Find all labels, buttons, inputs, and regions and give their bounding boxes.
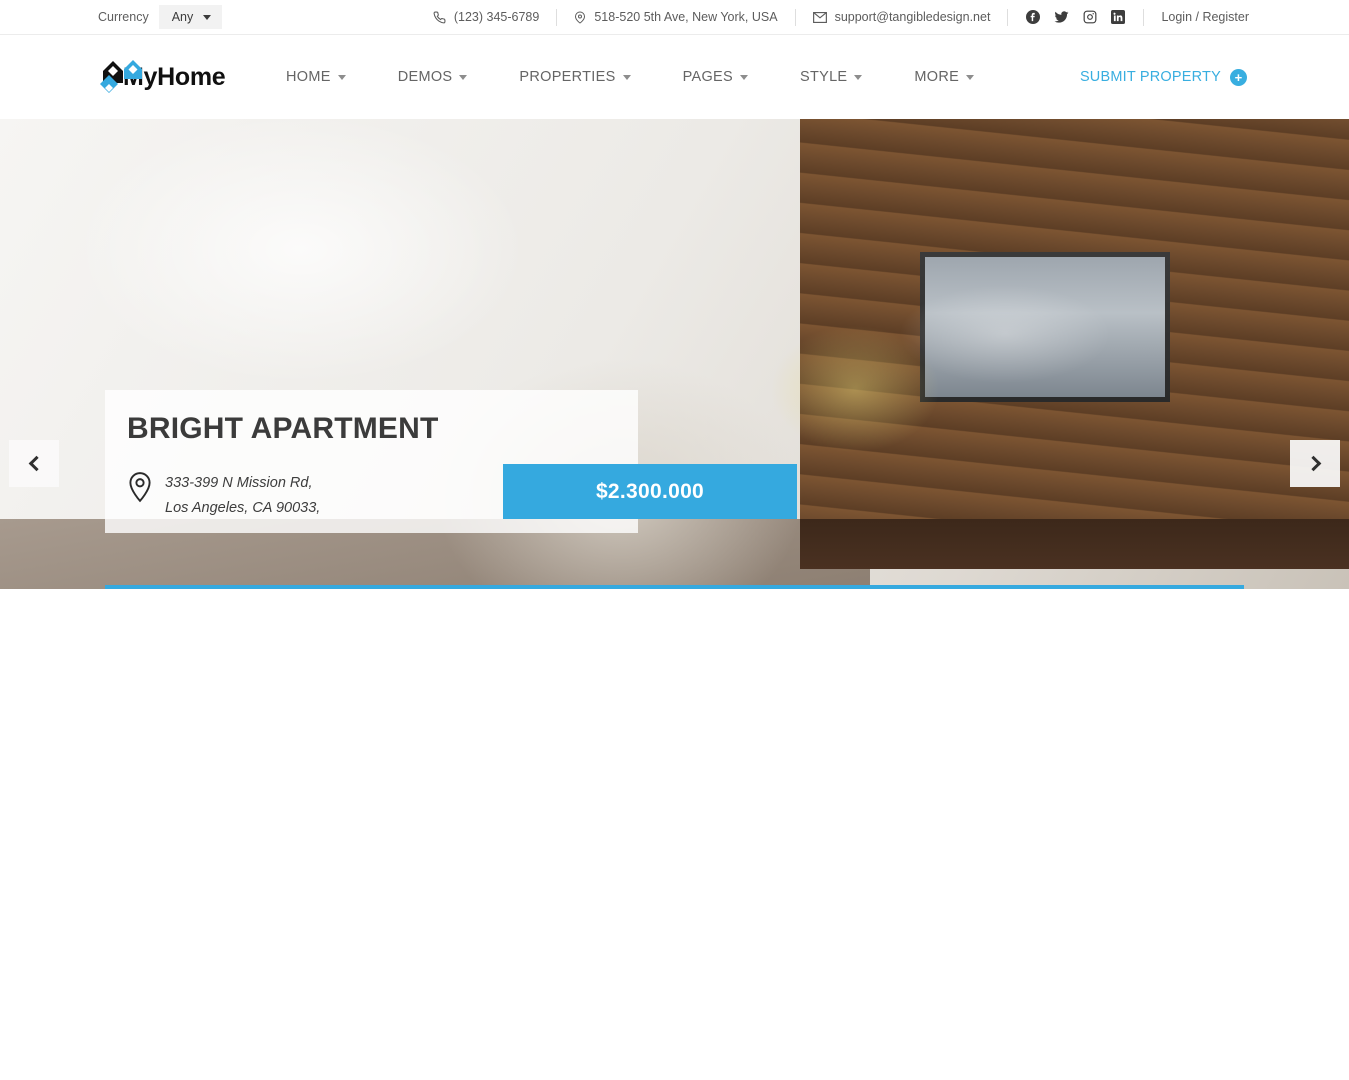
hero-property-price: $2.300.000: [503, 464, 797, 519]
currency-selected-value: Any: [171, 10, 194, 24]
nav-item-properties[interactable]: PROPERTIES: [493, 69, 656, 85]
site-header: MyHome HOME DEMOS PROPERTIES PAGES STYLE…: [0, 35, 1349, 119]
address-text: 518-520 5th Ave, New York, USA: [594, 10, 778, 24]
instagram-icon[interactable]: [1083, 10, 1097, 24]
chevron-down-icon: [966, 74, 975, 80]
nav-label: PROPERTIES: [519, 69, 616, 85]
top-bar-right: (123) 345-6789 518-520 5th Ave, New York…: [416, 0, 1249, 34]
chevron-down-icon: [459, 74, 468, 80]
search-panel-accent-line: [105, 585, 1244, 589]
hero-property-title: BRIGHT APARTMENT: [127, 412, 439, 445]
nav-label: DEMOS: [397, 69, 453, 85]
hero-prev-button[interactable]: [9, 440, 59, 487]
facebook-icon[interactable]: [1026, 10, 1041, 24]
chevron-left-icon: [28, 455, 44, 472]
submit-property-button[interactable]: SUBMIT PROPERTY +: [1079, 68, 1247, 86]
email-text: support@tangibledesign.net: [834, 10, 991, 24]
login-register-link[interactable]: Login / Register: [1144, 9, 1249, 26]
hero-property-address: 333-399 N Mission Rd, Los Angeles, CA 90…: [165, 471, 320, 521]
search-panel-wrapper: PROPERTY TYPE Property Type OFFER TYPE O…: [105, 585, 1244, 589]
twitter-icon[interactable]: [1054, 10, 1069, 24]
chevron-right-icon: [1305, 455, 1321, 472]
login-register-label: Login / Register: [1161, 10, 1249, 24]
hero-next-button[interactable]: [1290, 440, 1340, 487]
chevron-down-icon: [739, 74, 748, 80]
phone-contact[interactable]: (123) 345-6789: [416, 8, 558, 26]
linkedin-icon[interactable]: [1111, 10, 1126, 24]
myhome-logo-icon: [100, 57, 146, 97]
nav-label: STYLE: [799, 69, 848, 85]
hero-address-line-1: 333-399 N Mission Rd,: [165, 475, 313, 491]
office-address[interactable]: 518-520 5th Ave, New York, USA: [557, 8, 796, 26]
nav-item-home[interactable]: HOME: [260, 69, 372, 85]
nav-label: MORE: [914, 69, 960, 85]
currency-selector[interactable]: Any: [158, 5, 223, 29]
chevron-down-icon: [622, 74, 631, 80]
envelope-icon: [812, 11, 827, 23]
phone-number: (123) 345-6789: [453, 10, 540, 24]
email-contact[interactable]: support@tangibledesign.net: [796, 8, 1009, 26]
hero-property-card[interactable]: BRIGHT APARTMENT 333-399 N Mission Rd, L…: [105, 390, 797, 533]
nav-item-style[interactable]: STYLE: [774, 69, 888, 85]
currency-label: Currency: [98, 10, 149, 24]
location-pin-icon: [127, 471, 153, 503]
nav-label: PAGES: [682, 69, 733, 85]
nav-item-more[interactable]: MORE: [888, 69, 1000, 85]
hero-address-line-2: Los Angeles, CA 90033,: [165, 499, 321, 516]
nav-item-demos[interactable]: DEMOS: [372, 69, 494, 85]
nav-item-pages[interactable]: PAGES: [657, 69, 774, 85]
chevron-down-icon: [854, 74, 863, 80]
hero-carousel: BRIGHT APARTMENT 333-399 N Mission Rd, L…: [0, 119, 1349, 589]
phone-icon: [433, 11, 446, 24]
chevron-down-icon: [337, 74, 346, 80]
main-navigation: HOME DEMOS PROPERTIES PAGES STYLE MORE: [260, 69, 1000, 85]
chevron-down-icon: [203, 14, 212, 20]
site-logo[interactable]: MyHome: [100, 57, 226, 97]
location-pin-icon: [574, 11, 586, 24]
top-bar: Currency Any (123) 345-6789 518-520 5th …: [0, 0, 1349, 35]
social-links: [1008, 8, 1145, 26]
nav-label: HOME: [286, 69, 331, 85]
plus-circle-icon: +: [1230, 68, 1247, 86]
submit-property-label: SUBMIT PROPERTY: [1079, 69, 1221, 85]
top-bar-left: Currency Any: [98, 5, 223, 29]
